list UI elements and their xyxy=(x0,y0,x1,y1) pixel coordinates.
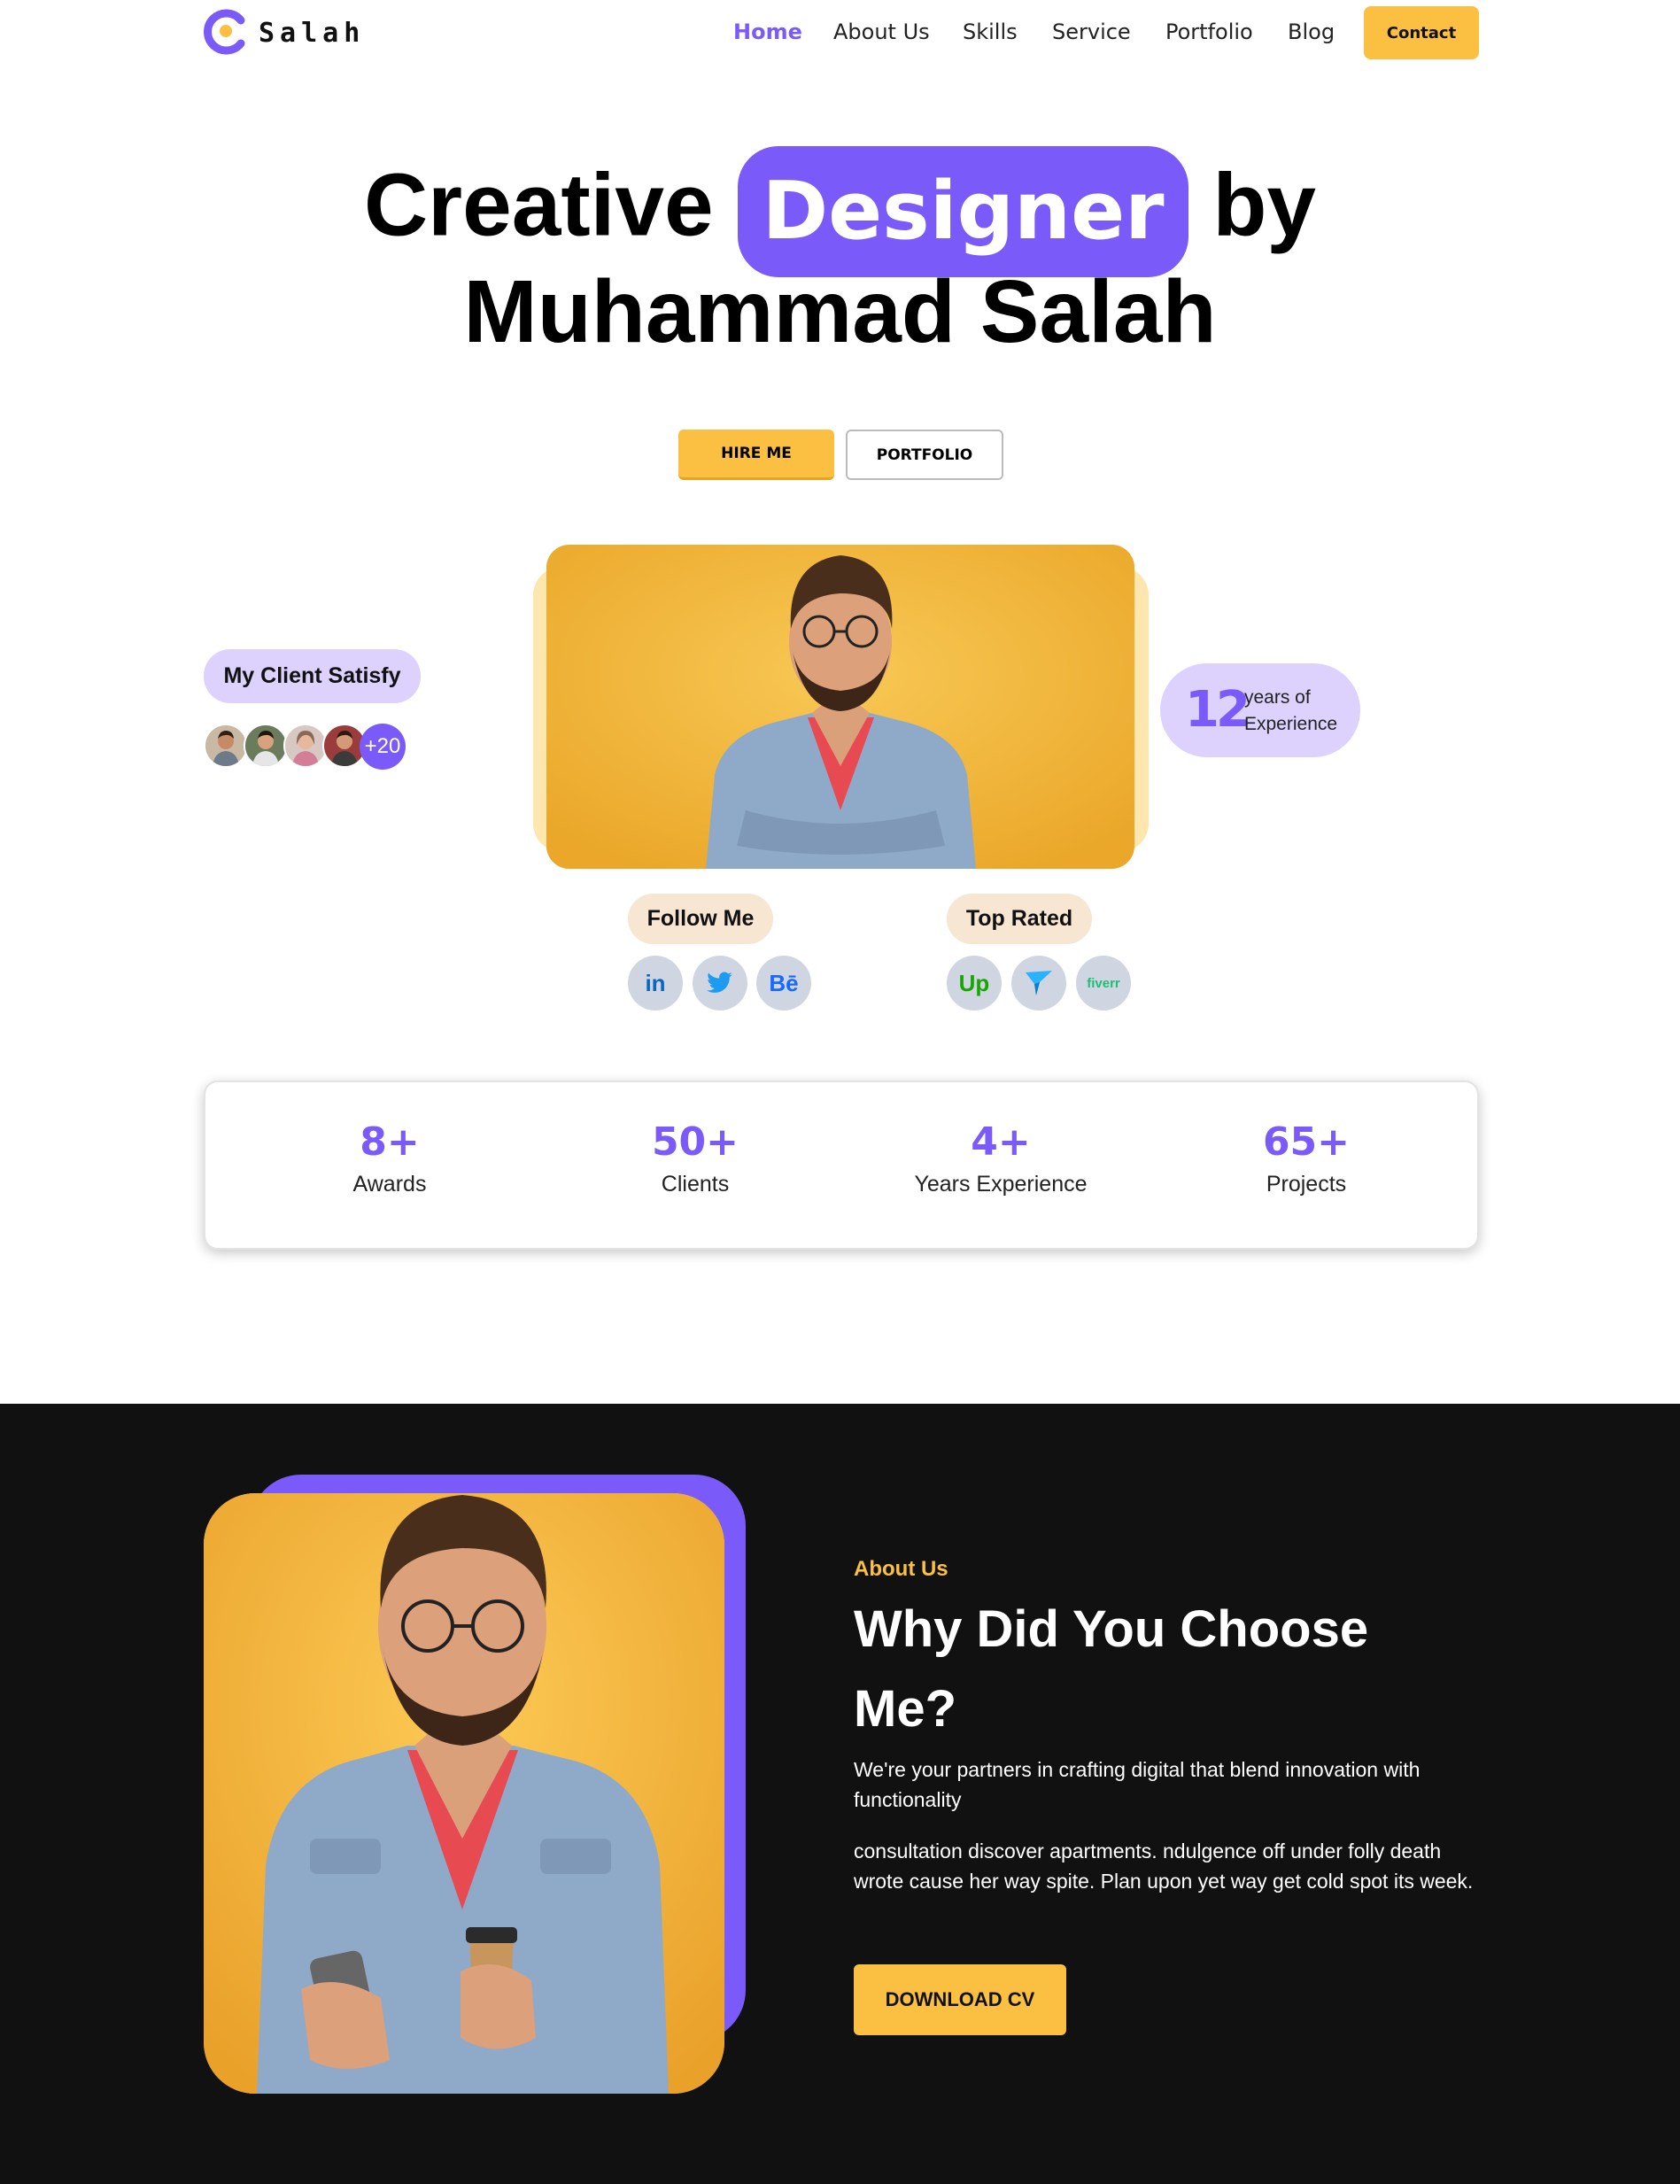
experience-badge: 12 years of Experience xyxy=(1160,663,1360,757)
hire-me-button[interactable]: HIRE ME xyxy=(678,430,834,480)
about-photo xyxy=(204,1493,724,2094)
person-illustration xyxy=(204,1493,724,2094)
stat-number: 8+ xyxy=(360,1119,420,1165)
nav-portfolio[interactable]: Portfolio xyxy=(1165,19,1253,44)
stat-number: 50+ xyxy=(651,1119,739,1165)
nav-service[interactable]: Service xyxy=(1052,19,1131,44)
hero-title-line-2: Muhammad Salah xyxy=(463,262,1217,361)
logo-icon[interactable] xyxy=(202,9,248,55)
client-satisfy-badge: My Client Satisfy xyxy=(204,649,421,703)
stat-label: Years Experience xyxy=(914,1172,1088,1197)
stats-card: 8+ Awards 50+ Clients 4+ Years Experienc… xyxy=(204,1080,1479,1250)
about-paragraph: We're your partners in crafting digital … xyxy=(854,1758,1421,1811)
about-title: Why Did You Choose Me? xyxy=(854,1600,1369,1738)
hero-title-word: Creative xyxy=(363,155,714,255)
stat-projects: 65+ Projects xyxy=(1173,1119,1439,1197)
more-clients-badge[interactable]: +20 xyxy=(360,724,406,770)
stat-awards: 8+ Awards xyxy=(257,1119,523,1197)
behance-icon[interactable]: Bē xyxy=(756,956,811,1011)
linkedin-icon[interactable]: in xyxy=(628,956,683,1011)
person-illustration xyxy=(546,545,1134,869)
about-tag: About Us xyxy=(854,1557,948,1581)
hero-photo xyxy=(546,545,1134,869)
experience-label: years of Experience xyxy=(1244,687,1338,734)
stat-label: Clients xyxy=(661,1172,730,1197)
follow-me-badge: Follow Me xyxy=(628,894,773,944)
stat-clients: 50+ Clients xyxy=(562,1119,828,1197)
nav-home[interactable]: Home xyxy=(733,19,802,44)
freelancer-icon[interactable] xyxy=(1011,956,1066,1011)
about-section: About Us Why Did You Choose Me? We're yo… xyxy=(0,1404,1680,2184)
logo-text[interactable]: Salah xyxy=(259,18,365,49)
experience-number: 12 xyxy=(1185,681,1250,739)
top-rated-badge: Top Rated xyxy=(947,894,1092,944)
fiverr-icon[interactable]: fiverr xyxy=(1076,956,1131,1011)
hero-title-line-1: Creative Designer by xyxy=(0,146,1680,277)
nav-blog[interactable]: Blog xyxy=(1288,19,1335,44)
contact-button[interactable]: Contact xyxy=(1364,6,1479,59)
client-avatar xyxy=(204,724,248,768)
about-paragraph: consultation discover apartments. ndulge… xyxy=(854,1839,1474,1893)
stat-label: Projects xyxy=(1266,1172,1347,1197)
download-cv-button[interactable]: DOWNLOAD CV xyxy=(854,1964,1066,2035)
client-avatar xyxy=(283,724,328,768)
portfolio-button[interactable]: PORTFOLIO xyxy=(846,430,1003,480)
nav-skills[interactable]: Skills xyxy=(963,19,1018,44)
stat-number: 4+ xyxy=(971,1119,1031,1165)
twitter-icon[interactable] xyxy=(693,956,747,1011)
hero-title-highlight: Designer xyxy=(738,146,1188,277)
stat-years-experience: 4+ Years Experience xyxy=(868,1119,1134,1197)
stat-number: 65+ xyxy=(1262,1119,1351,1165)
nav-about-us[interactable]: About Us xyxy=(833,19,930,44)
client-avatar xyxy=(244,724,288,768)
upwork-icon[interactable]: Up xyxy=(947,956,1002,1011)
stat-label: Awards xyxy=(352,1172,427,1197)
hero-title-word: by xyxy=(1212,155,1317,255)
